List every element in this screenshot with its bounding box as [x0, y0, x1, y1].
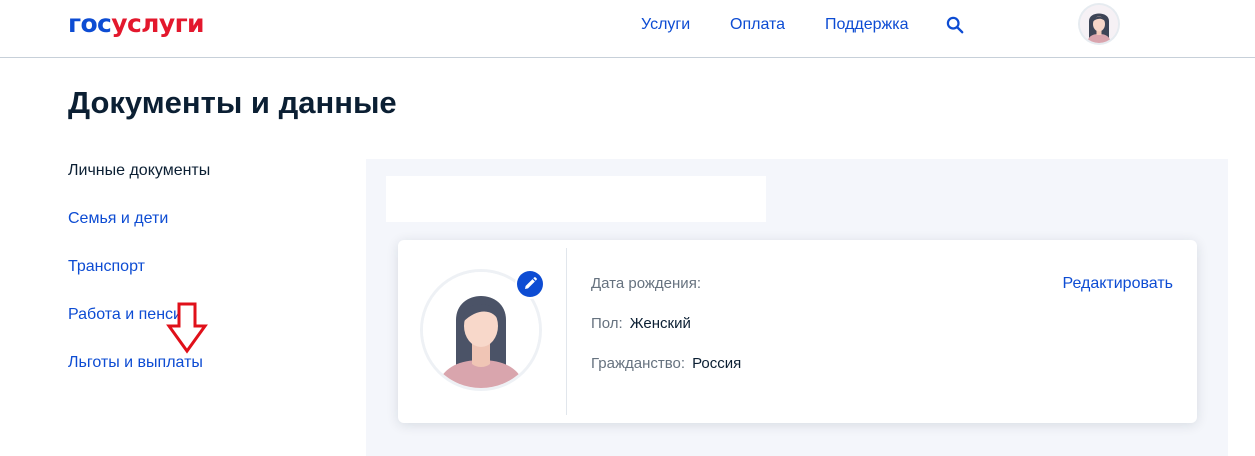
sidebar-item-family-children[interactable]: Семья и дети: [68, 209, 168, 229]
search-icon[interactable]: [946, 16, 964, 34]
card-divider: [566, 248, 567, 415]
avatar[interactable]: [1080, 5, 1118, 43]
pencil-icon: [525, 277, 537, 289]
gender-row: Пол: Женский: [591, 314, 691, 334]
sidebar-item-personal-documents[interactable]: Личные документы: [68, 161, 210, 181]
gosuslugi-logo[interactable]: госуслуги: [68, 9, 205, 39]
content-tabs-placeholder: [386, 176, 766, 222]
header: госуслуги Услуги Оплата Поддержка: [0, 0, 1255, 58]
gender-label: Пол:: [591, 315, 623, 332]
edit-photo-button[interactable]: [517, 271, 543, 297]
edit-profile-link[interactable]: Редактировать: [1062, 274, 1173, 294]
birth-date-row: Дата рождения:: [591, 274, 708, 294]
gender-value: Женский: [629, 315, 691, 332]
nav-services[interactable]: Услуги: [641, 15, 690, 35]
citizenship-label: Гражданство:: [591, 355, 686, 372]
citizenship-row: Гражданство: Россия: [591, 354, 741, 374]
page-title: Документы и данные: [68, 85, 397, 120]
down-arrow-annotation-icon: [166, 302, 208, 354]
profile-card: Дата рождения: Пол: Женский Гражданство: Р…: [398, 240, 1197, 423]
birth-date-label: Дата рождения:: [591, 275, 701, 292]
nav-payment[interactable]: Оплата: [730, 15, 785, 35]
sidebar-item-transport[interactable]: Транспорт: [68, 257, 145, 277]
sidebar-item-benefits-payments[interactable]: Льготы и выплаты: [68, 353, 203, 373]
nav-support[interactable]: Поддержка: [825, 15, 908, 35]
citizenship-value: Россия: [692, 355, 742, 372]
